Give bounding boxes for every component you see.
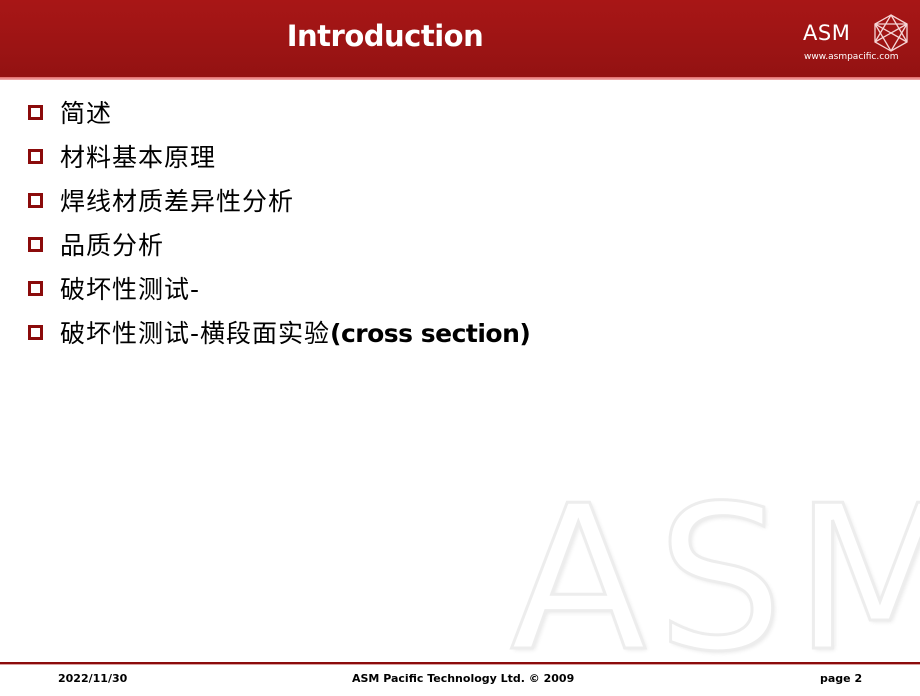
square-bullet-icon <box>28 104 43 120</box>
bullet-item: 焊线材质差异性分析 <box>28 178 530 222</box>
square-bullet-icon <box>28 236 43 252</box>
page-number: page 2 <box>820 672 863 685</box>
square-bullet-icon <box>28 148 43 164</box>
footer-copyright: ASM Pacific Technology Ltd. © 2009 <box>352 672 575 685</box>
footer-divider-highlight <box>0 664 920 665</box>
bullet-item: 简述 <box>28 90 530 134</box>
square-bullet-icon <box>28 192 43 208</box>
square-bullet-icon <box>28 324 43 340</box>
bullet-list: 简述 材料基本原理 焊线材质差异性分析 品质分析 破坏性测试- 破坏性测试-横段… <box>28 90 531 354</box>
asm-watermark: ASM <box>509 463 920 696</box>
square-bullet-icon <box>28 280 43 296</box>
slide-title: Introduction <box>286 19 484 53</box>
bullet-text: 简述 <box>60 99 113 128</box>
bullet-item: 破坏性测试-横段面实验(cross section) <box>28 310 531 354</box>
logo-text: ASM <box>803 21 851 45</box>
bullet-item: 破坏性测试- <box>28 266 530 310</box>
bullet-text: 破坏性测试- <box>60 275 201 304</box>
bullet-text: 破坏性测试-横段面实验(cross section) <box>60 319 531 348</box>
footer-date: 2022/11/30 <box>58 672 128 685</box>
bullet-item: 材料基本原理 <box>28 134 530 178</box>
asm-hexagon-logo-icon <box>874 14 908 52</box>
logo-url: www.asmpacific.com <box>804 52 899 62</box>
bullet-text: 品质分析 <box>60 231 165 260</box>
bullet-text: 材料基本原理 <box>60 143 217 172</box>
bullet-text: 焊线材质差异性分析 <box>60 187 295 216</box>
header-divider <box>0 77 920 80</box>
bullet-item: 品质分析 <box>28 222 530 266</box>
